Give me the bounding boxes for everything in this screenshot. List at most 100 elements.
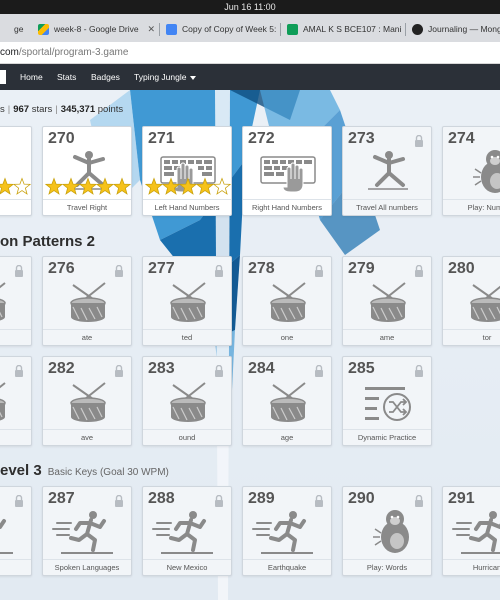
lock-icon <box>314 364 324 377</box>
drum-icon <box>243 379 333 427</box>
lesson-label: tor <box>443 329 500 345</box>
google-docs-icon <box>166 24 177 35</box>
lesson-card[interactable]: 284 age <box>242 356 332 446</box>
lesson-number: 283 <box>148 360 175 377</box>
stars-label: stars <box>31 104 53 115</box>
drum-icon <box>243 279 333 327</box>
lesson-card[interactable]: 278 one <box>242 256 332 346</box>
lesson-card[interactable]: 288 New Mexico <box>142 486 232 576</box>
lesson-card[interactable]: 282 ave <box>42 356 132 446</box>
lock-icon <box>114 364 124 377</box>
lesson-label: ound <box>143 429 231 445</box>
lesson-card[interactable]: 271 Left Hand Numbers <box>142 126 232 216</box>
lesson-number: 278 <box>248 260 275 277</box>
tab-close-icon[interactable]: ✕ <box>147 17 155 42</box>
lesson-card[interactable]: 280 tor <box>442 256 500 346</box>
runner-icon <box>43 509 133 557</box>
lesson-card[interactable]: 272 Right Hand Numbers <box>242 126 332 216</box>
browser-tab[interactable]: week-8 - Google Drive ✕ <box>32 17 159 42</box>
runner-icon <box>243 509 333 557</box>
runner-icon <box>443 509 500 557</box>
site-navbar: Home Stats Badges Typing Jungle <box>0 64 500 90</box>
star-icon <box>112 177 132 195</box>
lesson-card[interactable]: ft <box>0 126 32 216</box>
lesson-number: 271 <box>148 130 175 147</box>
lesson-label: Travel Right <box>43 199 131 215</box>
lesson-number: 279 <box>348 260 375 277</box>
stars-count: 967 <box>13 104 30 115</box>
lock-icon <box>14 264 24 277</box>
lesson-card[interactable]: sco <box>0 486 32 576</box>
lesson-number: 291 <box>448 490 475 507</box>
notion-icon <box>412 24 423 35</box>
lesson-label: Right Hand Numbers <box>243 199 331 215</box>
points-count: 345,371 <box>60 104 96 115</box>
nav-home[interactable]: Home <box>20 64 43 90</box>
level3-subtitle: Basic Keys (Goal 30 WPM) <box>47 467 169 478</box>
lock-icon <box>114 494 124 507</box>
lesson-label <box>0 329 31 345</box>
partial-icon <box>0 149 33 197</box>
lesson-label: Travel All numbers <box>343 199 431 215</box>
lock-icon <box>14 364 24 377</box>
nav-badges[interactable]: Badges <box>91 64 120 90</box>
lock-icon <box>214 494 224 507</box>
lesson-card[interactable]: 290 Play: Words <box>342 486 432 576</box>
lock-icon <box>214 264 224 277</box>
browser-tab[interactable]: Journaling — Mongo <box>406 17 500 42</box>
runner-icon <box>0 509 33 557</box>
lesson-card[interactable]: 274 Play: Numb <box>442 126 500 216</box>
lesson-card[interactable]: 283 ound <box>142 356 232 446</box>
star-icon <box>61 177 81 195</box>
tab-title: week-8 - Google Drive <box>54 24 139 34</box>
lesson-card[interactable]: 287 Spoken Languages <box>42 486 132 576</box>
browser-tab[interactable]: Copy of Copy of Week 5: <box>160 17 280 42</box>
lesson-card[interactable]: 291 Hurrican <box>442 486 500 576</box>
lesson-number: 287 <box>48 490 75 507</box>
lesson-card[interactable]: 285 Dynamic Practice <box>342 356 432 446</box>
drum-icon <box>143 379 233 427</box>
star-icon <box>95 177 115 195</box>
lesson-label: ave <box>43 429 131 445</box>
lock-icon <box>314 494 324 507</box>
nav-typing-jungle-label: Typing Jungle <box>134 72 187 82</box>
lesson-label: ft <box>0 199 31 215</box>
browser-tab[interactable]: AMAL K S BCE107 : Mani <box>281 17 405 42</box>
lesson-label: New Mexico <box>143 559 231 575</box>
lesson-label <box>0 429 31 445</box>
lesson-card[interactable]: 270 Travel Right <box>42 126 132 216</box>
tab-title: ge <box>14 24 24 34</box>
star-icon <box>78 177 98 195</box>
system-top-bar: Jun 16 11:00 <box>0 0 500 14</box>
lesson-card[interactable] <box>0 356 32 446</box>
tab-title: Copy of Copy of Week 5: <box>182 24 277 34</box>
drum-icon <box>43 279 133 327</box>
site-logo[interactable] <box>0 70 6 84</box>
star-icon <box>12 177 32 195</box>
lock-icon <box>414 134 424 147</box>
lesson-card[interactable]: 273 Travel All numbers <box>342 126 432 216</box>
nav-typing-jungle[interactable]: Typing Jungle <box>134 64 197 90</box>
yoga-pose-icon <box>343 149 433 197</box>
star-icon <box>0 177 15 195</box>
nav-stats[interactable]: Stats <box>57 64 76 90</box>
lesson-number: 285 <box>348 360 375 377</box>
lesson-number: 276 <box>48 260 75 277</box>
lesson-label: Dynamic Practice <box>343 429 431 445</box>
url-host: com <box>0 47 19 58</box>
lesson-label: Hurrican <box>443 559 500 575</box>
gorilla-icon <box>343 509 433 557</box>
lesson-card[interactable]: 279 ame <box>342 256 432 346</box>
yoga-pose-icon <box>43 149 133 197</box>
address-bar[interactable]: com/sportal/program-3.game <box>0 42 500 64</box>
lesson-card[interactable]: 277 ted <box>142 256 232 346</box>
url-path: /sportal/program-3.game <box>18 47 129 58</box>
lock-icon <box>414 364 424 377</box>
lesson-card[interactable] <box>0 256 32 346</box>
lesson-label: Play: Numb <box>443 199 500 215</box>
tab-title: Journaling — Mongo <box>428 24 500 34</box>
lesson-card[interactable]: 276 ate <box>42 256 132 346</box>
lesson-card[interactable]: 289 Earthquake <box>242 486 332 576</box>
gorilla-icon <box>443 149 500 197</box>
star-icon <box>44 177 64 195</box>
